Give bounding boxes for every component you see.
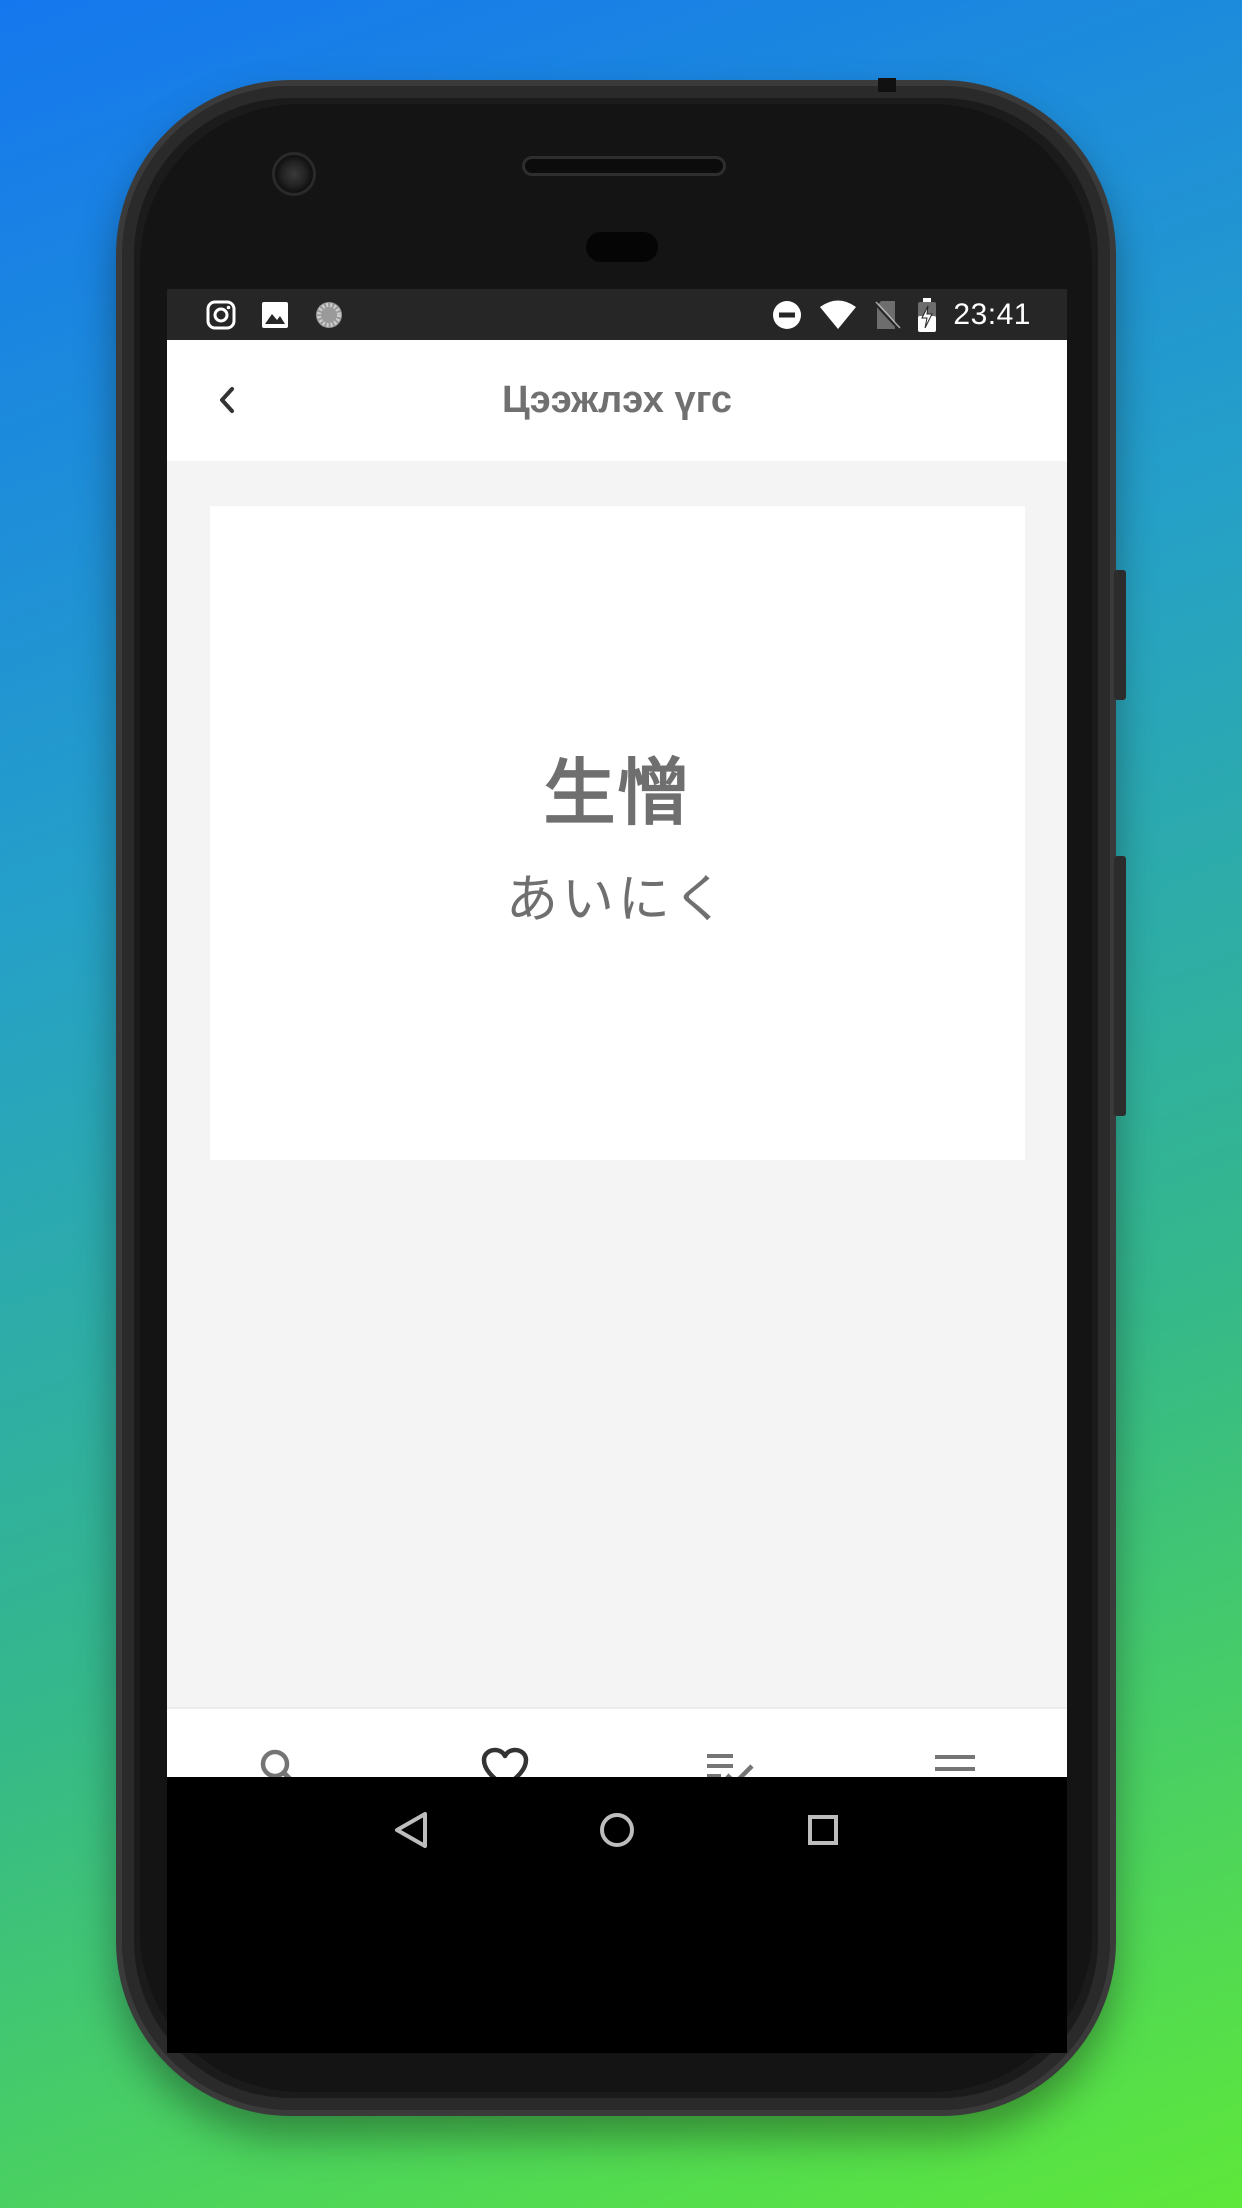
status-time: 23:41: [953, 297, 1031, 331]
volume-button: [1114, 570, 1126, 700]
power-button: [1114, 856, 1126, 1116]
system-home-button[interactable]: [597, 1810, 637, 1850]
instagram-icon: [205, 299, 237, 331]
no-sim-icon: [873, 299, 901, 331]
chevron-left-icon: [220, 387, 234, 413]
back-triangle-icon: [395, 1812, 427, 1848]
do-not-disturb-icon: [771, 299, 803, 331]
system-navigation-bar: [167, 1777, 1067, 1883]
phone-chin: [167, 1883, 1067, 2053]
system-recents-button[interactable]: [805, 1812, 841, 1848]
wifi-icon: [819, 300, 857, 330]
loading-icon: [313, 299, 345, 331]
proximity-sensor: [586, 232, 658, 262]
word-reading: あいにく: [506, 870, 729, 930]
status-left-icons: [205, 299, 367, 331]
word-kanji: 生憎: [543, 751, 692, 835]
system-back-button[interactable]: [393, 1810, 429, 1850]
back-button[interactable]: [207, 380, 247, 420]
home-circle-icon: [600, 1813, 634, 1847]
front-camera: [272, 152, 316, 196]
phone-top-notch: [878, 78, 896, 92]
earpiece-speaker: [522, 156, 726, 176]
recents-square-icon: [808, 1815, 838, 1845]
flashcard[interactable]: 生憎 あいにく: [210, 506, 1025, 1160]
battery-charging-icon: [917, 297, 937, 332]
status-bar: 23:41: [167, 289, 1067, 340]
image-icon: [259, 299, 291, 331]
main-content: 生憎 あいにく: [167, 461, 1067, 1707]
app-bar: Цээжлэх үгс: [167, 340, 1067, 461]
phone-screen: 23:41 Цээжлэх үгс 生憎 あいにく: [167, 289, 1067, 1883]
page-title: Цээжлэх үгс: [501, 379, 733, 421]
status-right-icons: 23:41: [755, 297, 1031, 332]
